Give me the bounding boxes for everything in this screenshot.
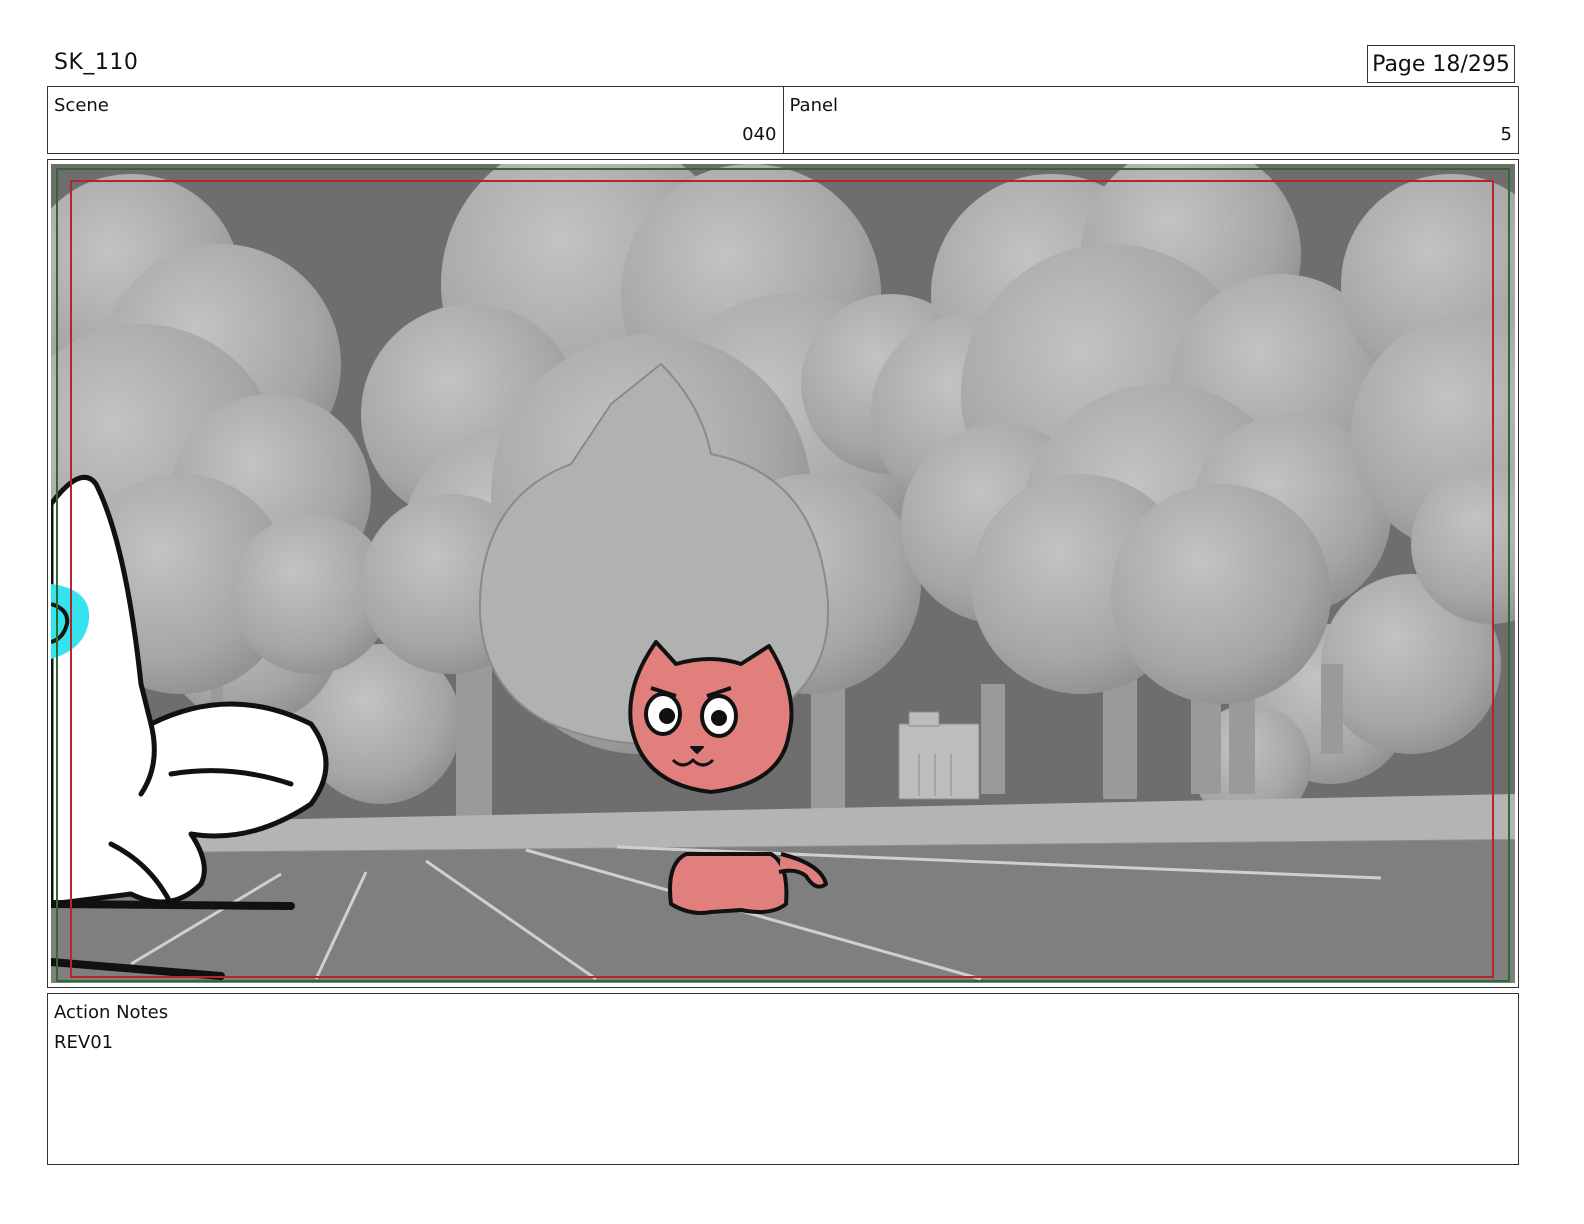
action-notes-text: REV01 bbox=[54, 1032, 114, 1053]
panel-cell: Panel 5 bbox=[782, 87, 1519, 153]
action-notes-box: Action Notes REV01 bbox=[47, 993, 1519, 1165]
scene-label: Scene bbox=[54, 95, 109, 116]
panel-artwork bbox=[51, 164, 1515, 983]
scene-cell: Scene 040 bbox=[48, 87, 783, 153]
page-indicator: Page 18/295 bbox=[1367, 45, 1515, 83]
panel-label: Panel bbox=[789, 95, 839, 116]
project-code: SK_110 bbox=[54, 50, 139, 75]
panel-illustration bbox=[51, 164, 1515, 983]
scene-number: 040 bbox=[742, 124, 777, 145]
scene-panel-info: Scene 040 Panel 5 bbox=[47, 86, 1519, 154]
storyboard-panel bbox=[47, 159, 1519, 988]
panel-number: 5 bbox=[1500, 124, 1512, 145]
action-notes-label: Action Notes bbox=[54, 1002, 169, 1023]
distant-building bbox=[898, 711, 980, 800]
